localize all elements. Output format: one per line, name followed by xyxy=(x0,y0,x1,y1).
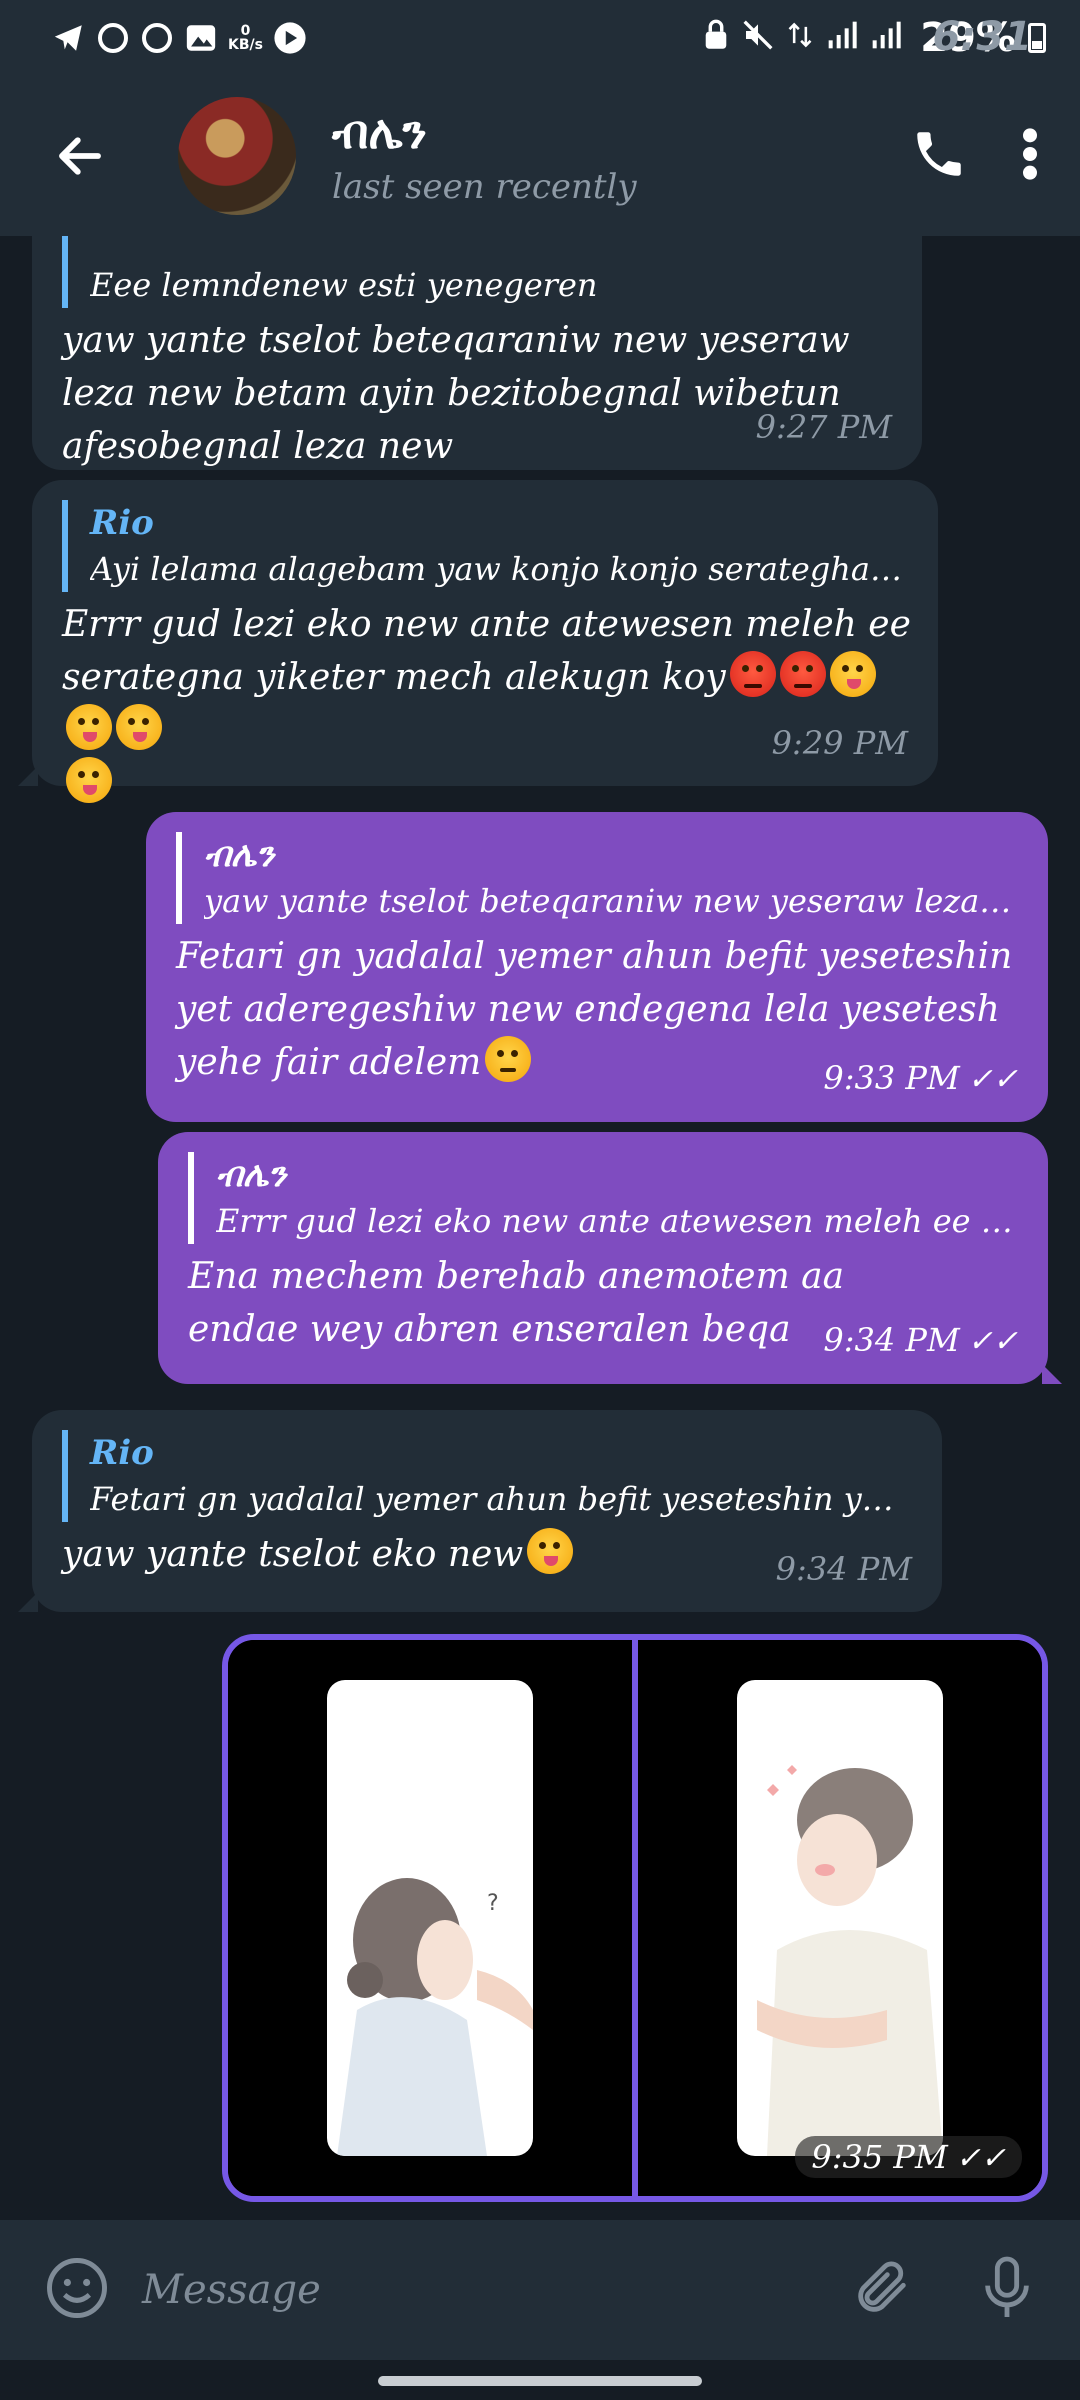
double-check-icon: ✓✓ xyxy=(955,2141,1006,2176)
more-options-button[interactable] xyxy=(1020,126,1040,186)
chrome-icon xyxy=(96,21,130,55)
phone-icon xyxy=(917,132,961,176)
reply-quote-sender: ብሌን xyxy=(204,835,275,875)
image-message[interactable]: ? 9:35 PM ✓✓ xyxy=(222,1634,1048,2202)
winking-tongue-emoji xyxy=(116,704,162,750)
lock-icon xyxy=(702,19,730,58)
paperclip-icon xyxy=(858,2261,906,2312)
reply-quote[interactable]: ብሌን Errr gud lezi eko new ante atewesen … xyxy=(188,1152,1018,1244)
reply-quote-text: Errr gud lezi eko new ante atewesen mele… xyxy=(216,1202,1018,1240)
call-button[interactable] xyxy=(910,125,968,187)
unamused-face-emoji xyxy=(485,1036,532,1082)
reply-quote[interactable]: Rio Fetari gn yadalal yemer ahun befit y… xyxy=(62,1430,912,1522)
telegram-icon xyxy=(52,21,86,55)
message-time: 9:33 PM ✓✓ xyxy=(823,1059,1018,1097)
chrome-icon-2 xyxy=(140,21,174,55)
winking-tongue-emoji xyxy=(527,1528,574,1574)
angry-face-emoji xyxy=(779,651,826,697)
photo-boy[interactable]: 9:35 PM ✓✓ xyxy=(632,1640,1042,2196)
message-incoming[interactable]: Rio Ayi lelama alagebam yaw konjo konjo … xyxy=(18,480,938,803)
message-incoming[interactable]: Rio Fetari gn yadalal yemer ahun befit y… xyxy=(18,1410,942,1612)
home-indicator[interactable] xyxy=(378,2376,702,2386)
reply-quote-text: Ayi lelama alagebam yaw konjo konjo sera… xyxy=(90,550,908,588)
photo-girl[interactable]: ? xyxy=(228,1640,632,2196)
smiley-icon xyxy=(47,2258,107,2318)
svg-text:?: ? xyxy=(487,1891,499,1916)
message-input-bar: Message xyxy=(0,2220,1080,2360)
reply-quote-text: Eee lemndenew esti yenegeren xyxy=(90,266,598,304)
more-vertical-icon xyxy=(1023,128,1037,180)
last-seen-status: last seen recently xyxy=(332,167,637,207)
message-list[interactable]: Eee lemndenew esti yenegeren yaw yante t… xyxy=(0,236,1080,2220)
status-time: 6:31 xyxy=(932,14,1033,60)
back-button[interactable] xyxy=(30,106,130,206)
message-time: 9:27 PM xyxy=(755,408,892,446)
reply-quote-sender: ብሌን xyxy=(216,1155,287,1195)
data-icon xyxy=(786,19,814,58)
message-text: Errr gud lezi eko new ante atewesen mele… xyxy=(62,598,922,810)
signal-icon xyxy=(826,19,858,58)
mute-icon xyxy=(742,19,774,58)
reply-quote-text: yaw yante tselot beteqaraniw new yeseraw… xyxy=(204,882,1018,920)
net-speed: 0 KB/s xyxy=(228,23,263,53)
reply-quote-sender: Rio xyxy=(90,503,154,543)
message-input[interactable]: Message xyxy=(142,2267,321,2313)
signal-icon-2 xyxy=(870,19,902,58)
chat-header: ብሌን last seen recently xyxy=(0,76,1080,236)
contact-name: ብሌን xyxy=(332,105,427,159)
chat-title[interactable]: ብሌን last seen recently xyxy=(332,105,637,207)
gallery-icon xyxy=(184,21,218,55)
message-outgoing[interactable]: ብሌን yaw yante tselot beteqaraniw new yes… xyxy=(146,812,1048,1122)
emoji-button[interactable] xyxy=(44,2255,110,2325)
double-check-icon: ✓✓ xyxy=(967,1062,1018,1097)
reply-quote[interactable]: Rio Ayi lelama alagebam yaw konjo konjo … xyxy=(62,500,908,592)
angry-face-emoji xyxy=(729,651,776,697)
reply-quote-sender: Rio xyxy=(90,1433,154,1473)
message-time: 9:29 PM xyxy=(771,724,908,762)
avatar[interactable] xyxy=(178,97,296,215)
reply-quote-text: Fetari gn yadalal yemer ahun befit yeset… xyxy=(90,1480,912,1518)
message-incoming[interactable]: Eee lemndenew esti yenegeren yaw yante t… xyxy=(32,236,922,470)
status-bar: 6:31 0 KB/s 29% xyxy=(0,0,1080,76)
message-time: 9:34 PM xyxy=(775,1550,912,1588)
illustration-card: ? xyxy=(327,1680,533,2156)
kissing-face-emoji xyxy=(66,757,112,803)
reply-quote[interactable]: ብሌን yaw yante tselot beteqaraniw new yes… xyxy=(176,832,1018,924)
arrow-left-icon xyxy=(59,137,101,175)
attach-button[interactable] xyxy=(850,2256,914,2324)
message-time: 9:34 PM ✓✓ xyxy=(823,1321,1018,1359)
illustration-card xyxy=(737,1680,943,2156)
image-time: 9:35 PM ✓✓ xyxy=(795,2136,1022,2178)
play-icon xyxy=(273,21,307,55)
double-check-icon: ✓✓ xyxy=(967,1324,1018,1359)
notification-icons: 0 KB/s xyxy=(52,21,307,55)
reply-quote[interactable]: Eee lemndenew esti yenegeren xyxy=(62,236,892,308)
system-nav-bar xyxy=(0,2360,1080,2400)
voice-record-button[interactable] xyxy=(978,2254,1036,2326)
battery-icon xyxy=(1028,23,1046,53)
winking-tongue-emoji xyxy=(829,651,876,697)
microphone-icon xyxy=(985,2256,1029,2317)
winking-tongue-emoji xyxy=(66,704,112,750)
message-outgoing[interactable]: ብሌን Errr gud lezi eko new ante atewesen … xyxy=(158,1132,1062,1384)
